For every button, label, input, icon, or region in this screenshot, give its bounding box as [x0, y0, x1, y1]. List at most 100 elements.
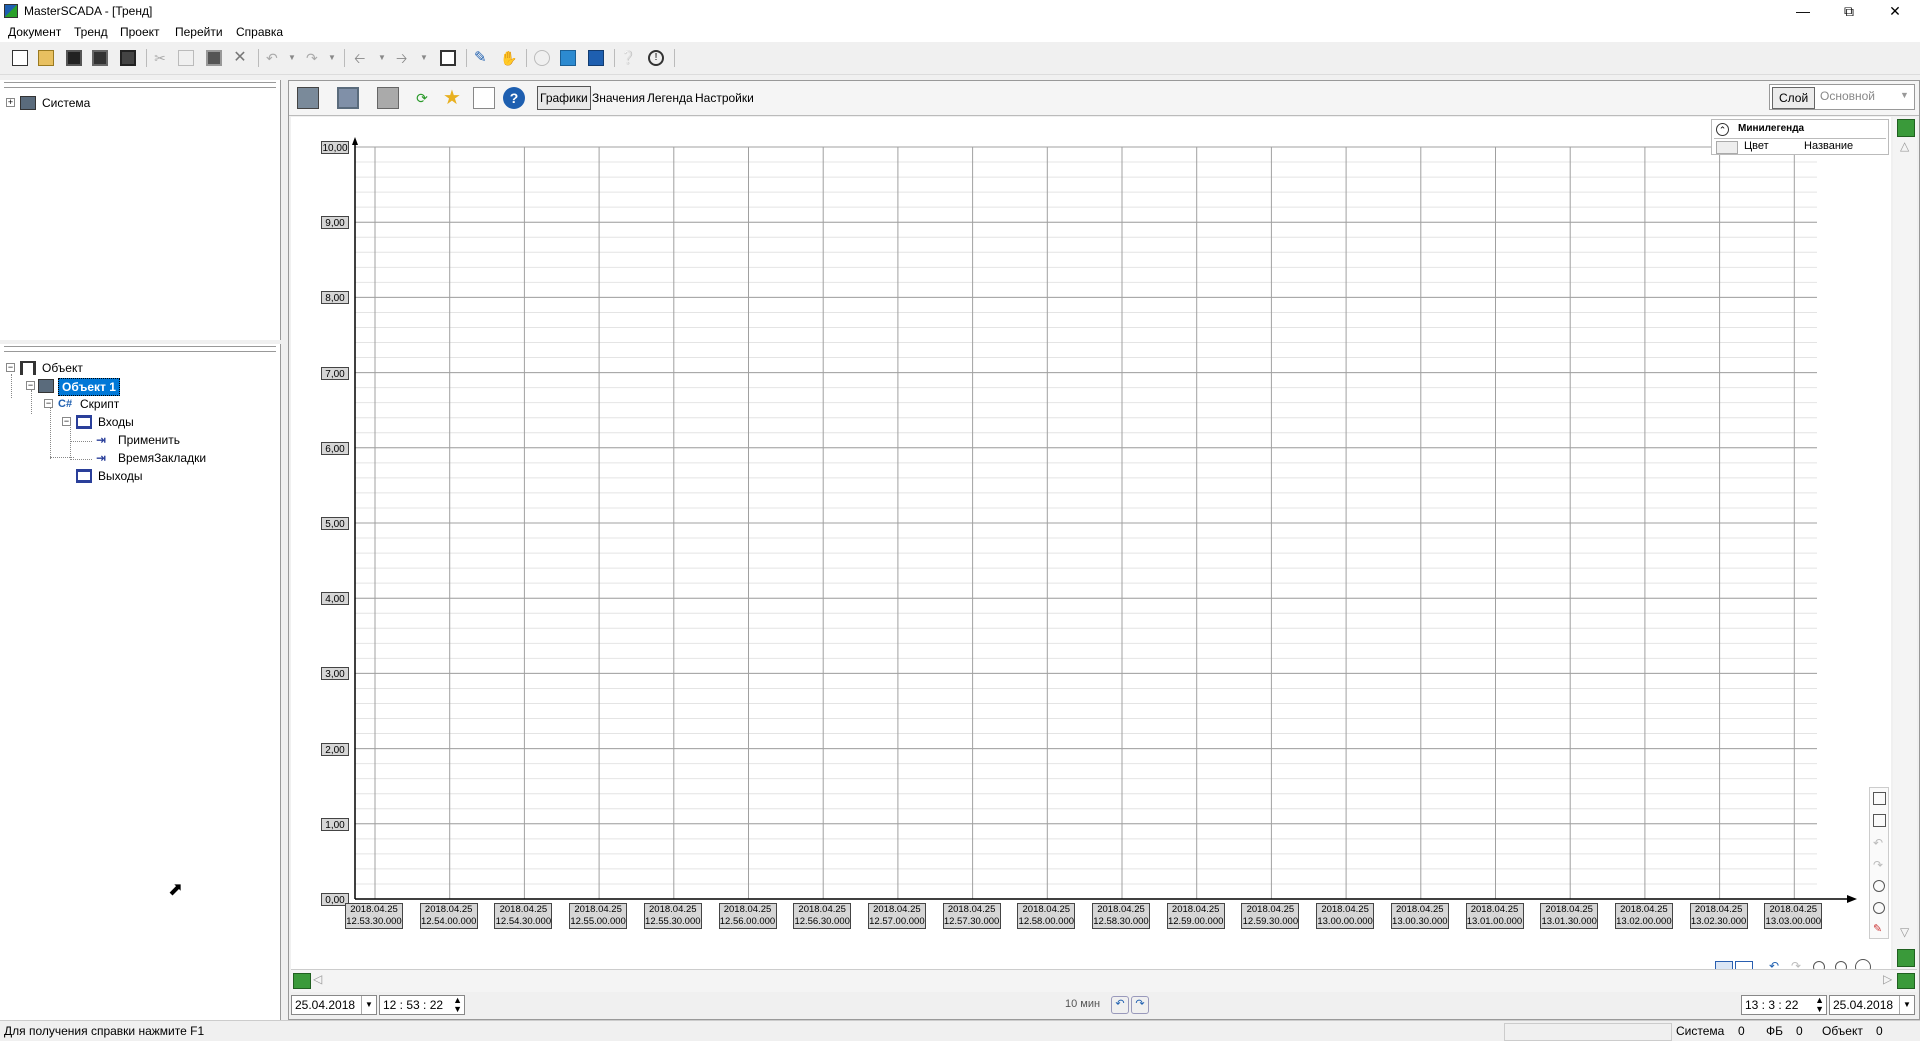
tree-item-object-1[interactable]: − Объект 1 [24, 378, 264, 396]
menu-project[interactable]: Проект [120, 25, 160, 39]
tree-item-apply[interactable]: ⇥ Применить [96, 432, 266, 448]
x-axis-arrow [1847, 895, 1857, 903]
span-forward-icon[interactable]: ↷ [1131, 996, 1149, 1014]
panel-grip[interactable] [4, 346, 276, 352]
end-time-field[interactable]: 13 : 3 : 22 ▲ ▼ [1741, 995, 1827, 1015]
zoom-reset-icon[interactable]: ✎ [1873, 922, 1882, 935]
paste-icon[interactable] [206, 50, 222, 66]
restore-icon[interactable]: ⧉ [1826, 0, 1872, 22]
tree-item-outputs[interactable]: Выходы [76, 468, 256, 484]
trend-refresh-icon[interactable]: ⟳ [411, 87, 433, 109]
scroll-right-icon[interactable]: ▷ [1883, 972, 1892, 986]
x-tick-label: 2018.04.25 12.58.30.000 [1092, 903, 1150, 929]
zoom-area-icon[interactable] [1873, 814, 1886, 827]
scroll-first-icon[interactable] [293, 973, 311, 989]
copy-icon[interactable] [178, 50, 194, 66]
new-document-icon[interactable] [12, 50, 28, 66]
start-date-field[interactable]: 25.04.2018 ▼ [291, 995, 377, 1015]
end-date-field[interactable]: 25.04.2018 ▼ [1829, 995, 1915, 1015]
compile-icon[interactable] [560, 50, 576, 66]
zoom-in-icon[interactable] [1873, 880, 1885, 892]
menu-trend[interactable]: Тренд [74, 25, 108, 39]
start-time-field[interactable]: 12 : 53 : 22 ▲ ▼ [379, 995, 465, 1015]
trend-help-icon[interactable]: ? [503, 87, 525, 109]
hand-icon[interactable]: ✋ [500, 50, 517, 66]
export-icon[interactable] [473, 87, 495, 109]
zoom-redo-icon[interactable]: ↷ [1873, 858, 1883, 872]
scroll-top-icon[interactable] [1897, 119, 1915, 137]
time-span-label[interactable]: 10 мин [1065, 998, 1100, 1010]
system-icon [20, 96, 36, 110]
refresh-icon[interactable] [534, 50, 550, 66]
save-all-icon[interactable] [92, 50, 108, 66]
collapse-icon[interactable]: − [62, 417, 71, 426]
close-icon[interactable]: ✕ [1872, 0, 1918, 22]
collapse-legend-icon[interactable]: ⌃ [1716, 123, 1729, 136]
build-icon[interactable] [588, 50, 604, 66]
undo-icon[interactable]: ↶ [266, 50, 282, 66]
legend-col-name[interactable]: Название [1804, 140, 1853, 152]
collapse-icon[interactable]: − [26, 381, 35, 390]
forward-icon[interactable]: 🡢 [396, 50, 412, 66]
tab-values[interactable]: Значения [592, 91, 645, 105]
trend-plot-area[interactable]: 10,00 9,00 8,00 7,00 6,00 5,00 4,00 3,00 2,00 1,0… [291, 117, 1891, 977]
favorite-star-icon[interactable]: ★ [441, 87, 463, 109]
horizontal-scrollbar[interactable]: ◁ ▷ [291, 969, 1917, 992]
tree-item-script[interactable]: − C# Скрипт [44, 396, 264, 412]
legend-col-color[interactable]: Цвет [1744, 140, 1769, 152]
tab-graphs[interactable]: Графики [537, 86, 591, 110]
panel-grip[interactable] [4, 82, 276, 88]
span-back-icon[interactable]: ↶ [1111, 996, 1129, 1014]
pencil-icon[interactable]: ✎ [474, 50, 490, 66]
menu-goto[interactable]: Перейти [175, 25, 223, 39]
calendar-dropdown-icon[interactable]: ▼ [361, 996, 376, 1014]
context-help-icon[interactable]: ❔ [620, 50, 636, 66]
x-tick-label: 2018.04.25 12.56.00.000 [718, 903, 777, 929]
print-icon[interactable] [377, 87, 399, 109]
redo-dropdown-icon[interactable]: ▼ [328, 50, 344, 66]
tree-item-object-root[interactable]: − Объект [4, 360, 264, 376]
tree-item-inputs[interactable]: − Входы [62, 414, 262, 430]
collapse-icon[interactable]: − [44, 399, 53, 408]
vertical-scrollbar[interactable]: △ ▽ [1893, 117, 1917, 977]
zoom-undo-icon[interactable]: ↶ [1873, 836, 1883, 850]
trend-save-icon[interactable] [337, 87, 359, 109]
scroll-down-icon[interactable]: ▽ [1900, 925, 1909, 939]
tree-item-system[interactable]: + Система [4, 95, 264, 111]
calendar-dropdown-icon[interactable]: ▼ [1899, 996, 1914, 1014]
zoom-out-icon[interactable] [1873, 902, 1885, 914]
redo-icon[interactable]: ↷ [306, 50, 322, 66]
trend-settings-icon[interactable] [297, 87, 319, 109]
forward-dropdown-icon[interactable]: ▼ [420, 50, 436, 66]
y-tick-label: 8,00 [321, 291, 349, 305]
scroll-up-icon[interactable]: △ [1900, 139, 1909, 153]
tree-item-bookmark-time[interactable]: ⇥ ВремяЗакладки [96, 450, 266, 466]
time-spinner-icon[interactable]: ▲ ▼ [1815, 996, 1824, 1014]
scroll-bottom-icon[interactable] [1897, 949, 1915, 967]
open-folder-icon[interactable] [38, 50, 54, 66]
layer-selector[interactable]: Слой Основной ▼ [1769, 84, 1915, 110]
cut-icon[interactable]: ✂ [152, 50, 168, 66]
scroll-left-icon[interactable]: ◁ [313, 972, 322, 986]
minimize-icon[interactable]: — [1780, 0, 1826, 22]
save-icon[interactable] [66, 50, 82, 66]
delete-icon[interactable]: ✕ [232, 50, 248, 66]
back-dropdown-icon[interactable]: ▼ [378, 50, 394, 66]
tab-settings[interactable]: Настройки [695, 91, 754, 105]
tab-legend[interactable]: Легенда [647, 91, 693, 105]
undo-dropdown-icon[interactable]: ▼ [288, 50, 304, 66]
menu-help[interactable]: Справка [236, 25, 283, 39]
menu-document[interactable]: Документ [8, 25, 61, 39]
collapse-icon[interactable]: − [6, 363, 15, 372]
zoom-box-icon[interactable] [1873, 792, 1886, 805]
status-fb-value: 0 [1796, 1024, 1803, 1038]
window-icon[interactable] [440, 50, 456, 66]
legend-col-handle[interactable] [1716, 141, 1738, 154]
about-icon[interactable]: ! [648, 50, 664, 66]
expand-icon[interactable]: + [6, 98, 15, 107]
scroll-last-icon[interactable] [1897, 973, 1915, 989]
back-icon[interactable]: 🡠 [354, 50, 370, 66]
save-close-icon[interactable] [120, 50, 136, 66]
time-spinner-icon[interactable]: ▲ ▼ [453, 996, 462, 1014]
x-tick-label: 2018.04.25 12.58.00.000 [1017, 903, 1076, 929]
